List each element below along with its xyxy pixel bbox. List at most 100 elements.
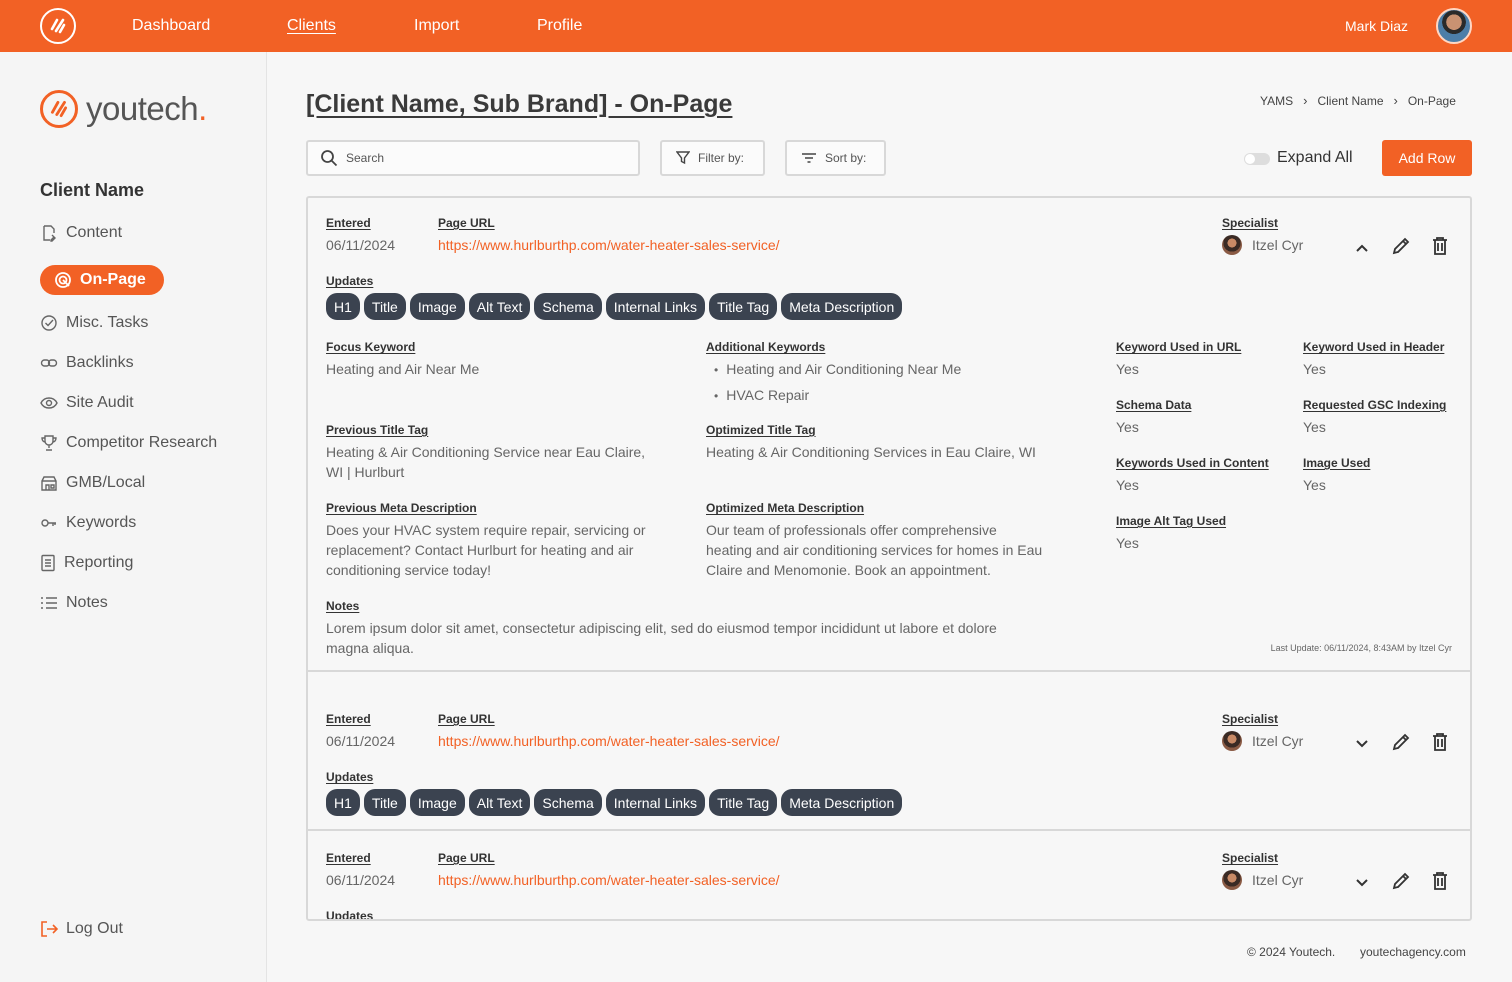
- tag: Schema: [534, 789, 602, 816]
- specialist-name: Itzel Cyr: [1252, 237, 1304, 253]
- pencil-icon: [1392, 237, 1410, 255]
- brand-name: youtech.: [86, 90, 207, 127]
- tag: Meta Description: [781, 789, 903, 816]
- update-tags: H1 Title Image Alt Text Schema Internal …: [326, 293, 906, 320]
- sidebar-item-reporting[interactable]: Reporting: [40, 554, 133, 572]
- last-update: Last Update: 06/11/2024, 8:43AM by Itzel…: [1270, 643, 1452, 653]
- page-url-label: Page URL: [438, 851, 495, 865]
- expand-all-toggle[interactable]: [1244, 153, 1270, 165]
- specialist-avatar: [1222, 731, 1242, 751]
- logout-button[interactable]: Log Out: [40, 920, 123, 938]
- collapse-row-button[interactable]: [1350, 236, 1374, 260]
- trash-icon: [1433, 237, 1447, 255]
- table-row: Entered 06/11/2024 Page URL https://www.…: [308, 831, 1470, 919]
- nav-profile[interactable]: Profile: [537, 17, 582, 35]
- filter-button[interactable]: Filter by:: [660, 140, 765, 176]
- brand-logo[interactable]: youtech.: [40, 90, 207, 128]
- sidebar-item-label: On-Page: [80, 271, 146, 288]
- nav-dashboard[interactable]: Dashboard: [132, 17, 210, 35]
- delete-row-button[interactable]: [1428, 234, 1452, 258]
- requested-gsc-value: Yes: [1303, 419, 1326, 435]
- youtech-mark-icon: [40, 90, 78, 128]
- optimized-title-value: Heating & Air Conditioning Services in E…: [706, 444, 1036, 460]
- eye-icon: [40, 397, 58, 409]
- breadcrumb-yams[interactable]: YAMS: [1260, 94, 1293, 108]
- expand-row-button[interactable]: [1350, 732, 1374, 756]
- chevron-right-icon: ›: [1303, 93, 1308, 108]
- specialist: Itzel Cyr: [1222, 731, 1303, 751]
- specialist: Itzel Cyr: [1222, 235, 1303, 255]
- sidebar-item-misc-tasks[interactable]: Misc. Tasks: [40, 314, 148, 332]
- specialist-label: Specialist: [1222, 712, 1279, 726]
- youtech-logo-icon[interactable]: [40, 8, 76, 44]
- tag: Internal Links: [605, 293, 706, 320]
- sidebar-item-label: Content: [66, 224, 123, 241]
- previous-title-label: Previous Title Tag: [326, 423, 429, 437]
- updates-label: Updates: [326, 274, 374, 288]
- user-name[interactable]: Mark Diaz: [1345, 18, 1408, 34]
- list-item: HVAC Repair: [706, 383, 961, 409]
- trash-icon: [1433, 872, 1447, 890]
- sidebar-item-label: Misc. Tasks: [66, 314, 149, 331]
- tag: H1: [326, 789, 360, 816]
- page-url-label: Page URL: [438, 712, 495, 726]
- sidebar-item-gmb-local[interactable]: GMB/Local: [40, 474, 145, 492]
- expand-all-label[interactable]: Expand All: [1277, 149, 1353, 167]
- optimized-meta-label: Optimized Meta Description: [706, 501, 865, 515]
- tag: Alt Text: [468, 789, 531, 816]
- sidebar-item-site-audit[interactable]: Site Audit: [40, 394, 134, 412]
- updates-label: Updates: [326, 770, 374, 784]
- schema-data-value: Yes: [1116, 419, 1139, 435]
- on-page-table: Entered 06/11/2024 Page URL https://www.…: [306, 196, 1472, 921]
- kw-in-content-value: Yes: [1116, 477, 1139, 493]
- sidebar-item-keywords[interactable]: Keywords: [40, 514, 136, 532]
- sidebar-item-content[interactable]: Content: [40, 224, 122, 242]
- chevron-right-icon: ›: [1393, 93, 1398, 108]
- entered-label: Entered: [326, 216, 371, 230]
- sidebar-item-label: Reporting: [64, 554, 134, 571]
- pencil-icon: [1392, 733, 1410, 751]
- focus-keyword-value: Heating and Air Near Me: [326, 361, 480, 377]
- delete-row-button[interactable]: [1428, 869, 1452, 893]
- schema-data-label: Schema Data: [1116, 398, 1192, 412]
- edit-row-button[interactable]: [1389, 869, 1413, 893]
- footer-site-link[interactable]: youtechagency.com: [1360, 945, 1466, 959]
- add-row-button[interactable]: Add Row: [1382, 140, 1472, 176]
- kw-in-header-label: Keyword Used in Header: [1303, 340, 1445, 354]
- sidebar-item-on-page[interactable]: On-Page: [40, 265, 164, 295]
- sort-button[interactable]: Sort by:: [785, 140, 886, 176]
- top-navigation-bar: Dashboard Clients Import Profile Mark Di…: [0, 0, 1512, 52]
- edit-row-button[interactable]: [1389, 730, 1413, 754]
- sidebar-item-label: Notes: [66, 594, 108, 611]
- sidebar-item-backlinks[interactable]: Backlinks: [40, 354, 134, 372]
- requested-gsc-label: Requested GSC Indexing: [1303, 398, 1447, 412]
- sidebar: youtech. Client Name Content On-Page Mis…: [0, 52, 267, 982]
- specialist-avatar: [1222, 870, 1242, 890]
- sidebar-item-competitor-research[interactable]: Competitor Research: [40, 434, 217, 452]
- breadcrumb-client[interactable]: Client Name: [1317, 94, 1383, 108]
- page-url-link[interactable]: https://www.hurlburthp.com/water-heater-…: [438, 235, 780, 255]
- sidebar-item-label: Backlinks: [66, 354, 134, 371]
- chevron-up-icon: [1356, 244, 1368, 252]
- nav-clients[interactable]: Clients: [287, 17, 336, 35]
- focus-keyword-label: Focus Keyword: [326, 340, 416, 354]
- entered-date: 06/11/2024: [326, 872, 396, 888]
- logout-label: Log Out: [66, 920, 123, 937]
- entered-date: 06/11/2024: [326, 733, 396, 749]
- expand-row-button[interactable]: [1350, 871, 1374, 895]
- report-icon: [41, 554, 55, 572]
- delete-row-button[interactable]: [1428, 730, 1452, 754]
- page-url-link[interactable]: https://www.hurlburthp.com/water-heater-…: [438, 731, 780, 751]
- table-row: Entered 06/11/2024 Page URL https://www.…: [308, 672, 1470, 831]
- tag: Image: [409, 293, 465, 320]
- specialist-name: Itzel Cyr: [1252, 872, 1304, 888]
- sidebar-item-notes[interactable]: Notes: [40, 594, 108, 612]
- nav-import[interactable]: Import: [414, 17, 459, 35]
- list-item: Heating and Air Conditioning Near Me: [706, 357, 961, 383]
- edit-row-button[interactable]: [1389, 234, 1413, 258]
- previous-title-value: Heating & Air Conditioning Service near …: [326, 444, 646, 480]
- sort-label: Sort by:: [825, 151, 867, 165]
- search-input[interactable]: [346, 151, 596, 165]
- page-url-link[interactable]: https://www.hurlburthp.com/water-heater-…: [438, 870, 780, 890]
- user-avatar[interactable]: [1436, 8, 1472, 44]
